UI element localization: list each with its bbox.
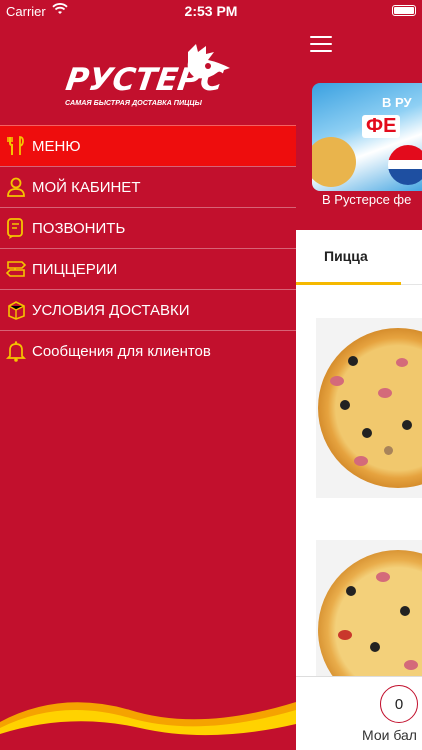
menu-item-label: УСЛОВИЯ ДОСТАВКИ <box>32 301 190 319</box>
menu-item-cabinet[interactable]: МОЙ КАБИНЕТ <box>0 166 296 207</box>
points-counter[interactable]: 0 <box>380 685 418 723</box>
promo-banner[interactable]: В РУ ФЕ <box>312 83 422 191</box>
clock: 2:53 PM <box>184 3 238 19</box>
user-icon <box>5 176 27 198</box>
banner-text-main: ФЕ <box>362 115 401 138</box>
banner-text-top: В РУ <box>382 95 412 110</box>
brand-logo: РУСТЕРС САМАЯ БЫСТРАЯ ДОСТАВКА ПИЦЦЫ <box>62 42 237 110</box>
bell-icon <box>5 340 27 362</box>
menu-item-label: ПИЦЦЕРИИ <box>32 260 118 278</box>
menu-item-pizzerias[interactable]: ПИЦЦЕРИИ <box>0 248 296 289</box>
category-tabs: Пицца <box>296 230 422 285</box>
pizza-image <box>318 328 422 488</box>
menu-item-label: ПОЗВОНИТЬ <box>32 219 126 237</box>
decorative-wave <box>0 702 296 750</box>
points-label: Мои бал <box>362 727 417 743</box>
promo-carousel: В РУ ФЕ В Рустерсе фе <box>296 66 422 230</box>
pepsi-logo-icon <box>388 145 422 185</box>
status-bar: Carrier 2:53 PM <box>0 0 422 22</box>
menu-list: МЕНЮ МОЙ КАБИНЕТ ПОЗВОНИТЬ ПИЦЦЕРИИ УСЛО… <box>0 125 296 371</box>
product-card[interactable] <box>316 318 422 498</box>
battery-icon <box>392 5 416 16</box>
menu-item-messages[interactable]: Сообщения для клиентов <box>0 330 296 371</box>
side-menu: РУСТЕРС САМАЯ БЫСТРАЯ ДОСТАВКА ПИЦЦЫ МЕН… <box>0 0 296 750</box>
menu-item-label: МЕНЮ <box>32 137 81 155</box>
bottom-bar: 0 Мои бал <box>296 676 422 750</box>
logo-tagline: САМАЯ БЫСТРАЯ ДОСТАВКА ПИЦЦЫ <box>65 98 202 107</box>
tab-pizza[interactable]: Пицца <box>324 248 368 264</box>
active-tab-indicator <box>296 282 401 285</box>
menu-item-label: Сообщения для клиентов <box>32 342 211 360</box>
delivery-box-icon <box>5 299 27 321</box>
logo-wordmark: РУСТЕРС <box>63 62 226 98</box>
main-panel: В РУ ФЕ В Рустерсе фе Пицца 0 Мои бал <box>296 0 422 750</box>
pizza-slice-image <box>312 137 356 187</box>
menu-item-delivery[interactable]: УСЛОВИЯ ДОСТАВКИ <box>0 289 296 330</box>
fork-knife-icon <box>5 135 27 157</box>
signpost-icon <box>5 258 27 280</box>
promo-caption: В Рустерсе фе <box>322 192 412 207</box>
menu-item-menu[interactable]: МЕНЮ <box>0 125 296 166</box>
menu-item-call[interactable]: ПОЗВОНИТЬ <box>0 207 296 248</box>
hamburger-menu-icon[interactable] <box>310 36 332 52</box>
phone-chat-icon <box>5 217 27 239</box>
menu-item-label: МОЙ КАБИНЕТ <box>32 178 141 196</box>
